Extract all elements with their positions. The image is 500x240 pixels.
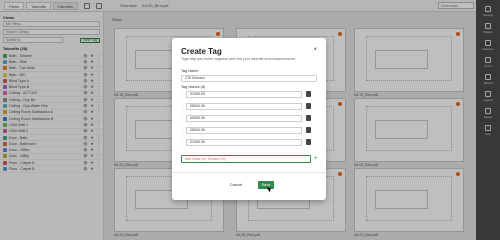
delete-icon[interactable] [306, 127, 311, 133]
dialog-subtitle: Tags help you better organize and find y… [181, 57, 297, 61]
tag-value-input[interactable]: 21000.00 [186, 139, 302, 146]
cancel-button[interactable]: Cancel [224, 181, 248, 189]
tag-value-row: ⋮⋮ 01000.00 [181, 91, 317, 98]
tag-name-label: Tag Name [181, 69, 199, 73]
add-value-row: Add Value (ex: Division 09) + [181, 155, 318, 163]
tag-value-row: ⋮⋮ 06000.00 [181, 103, 317, 110]
delete-icon[interactable] [306, 103, 311, 109]
tag-values-label: Tag Values (6) [181, 85, 206, 89]
tag-value-input[interactable]: 26000.00 [186, 127, 302, 134]
delete-icon[interactable] [306, 91, 311, 97]
add-value-input[interactable]: Add Value (ex: Division 09) [181, 155, 311, 163]
tag-value-row: ⋮⋮ 09000.00 [181, 115, 317, 122]
delete-icon[interactable] [306, 115, 311, 121]
tag-value-input[interactable]: 06000.00 [186, 103, 302, 110]
tag-value-input[interactable]: 09000.00 [186, 115, 302, 122]
delete-icon[interactable] [306, 139, 311, 145]
dialog-title: Create Tag [181, 47, 222, 56]
tag-value-row: ⋮⋮ 26000.00 [181, 127, 317, 134]
dialog-divider [172, 172, 326, 173]
tag-value-row: ⋮⋮ 21000.00 [181, 139, 317, 146]
add-value-plus-icon[interactable]: + [314, 155, 318, 163]
tag-value-input[interactable]: 01000.00 [186, 91, 302, 98]
create-tag-dialog: Create Tag Tags help you better organize… [172, 38, 326, 200]
close-icon[interactable]: × [313, 47, 317, 53]
tag-name-input[interactable]: CSI Division [181, 75, 317, 82]
